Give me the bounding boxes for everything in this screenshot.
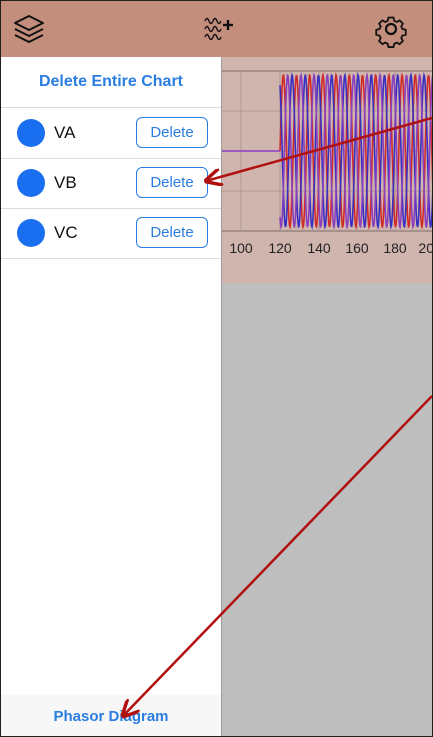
x-tick-label: 180: [383, 240, 407, 256]
channel-sidebar: Delete Entire Chart VA Delete VB Delete …: [1, 57, 222, 736]
delete-vc-button[interactable]: Delete: [136, 217, 208, 248]
delete-vb-button[interactable]: Delete: [136, 167, 208, 198]
delete-entire-chart-button[interactable]: Delete Entire Chart: [1, 57, 221, 108]
channel-color-dot: [17, 169, 45, 197]
app-screen: 100 120 140 160 180 20 Delete Entire Chart VA…: [0, 0, 433, 737]
chart-x-ticks: 100 120 140 160 180 20: [229, 240, 433, 256]
x-tick-label: 160: [345, 240, 369, 256]
x-tick-label: 100: [229, 240, 253, 256]
channel-color-dot: [17, 119, 45, 147]
channel-label: VC: [54, 223, 78, 242]
empty-canvas-area: [221, 283, 432, 736]
layers-icon[interactable]: [9, 9, 49, 49]
gear-icon[interactable]: [371, 9, 411, 49]
channel-row-vc: VC Delete: [1, 208, 221, 259]
x-tick-label: 120: [268, 240, 292, 256]
channel-row-vb: VB Delete: [1, 158, 221, 209]
channel-label: VB: [54, 173, 77, 192]
top-toolbar: [1, 1, 432, 57]
waveform-chart[interactable]: 100 120 140 160 180 20: [221, 57, 433, 283]
channel-color-dot: [17, 219, 45, 247]
channel-label: VA: [54, 123, 76, 142]
delete-va-button[interactable]: Delete: [136, 117, 208, 148]
x-tick-label: 140: [307, 240, 331, 256]
phasor-diagram-button[interactable]: Phasor Diagram: [1, 695, 221, 736]
channel-row-va: VA Delete: [1, 108, 221, 159]
x-tick-label: 20: [418, 240, 433, 256]
chart-waveforms: [221, 72, 432, 230]
waveform-add-icon[interactable]: [197, 9, 237, 49]
